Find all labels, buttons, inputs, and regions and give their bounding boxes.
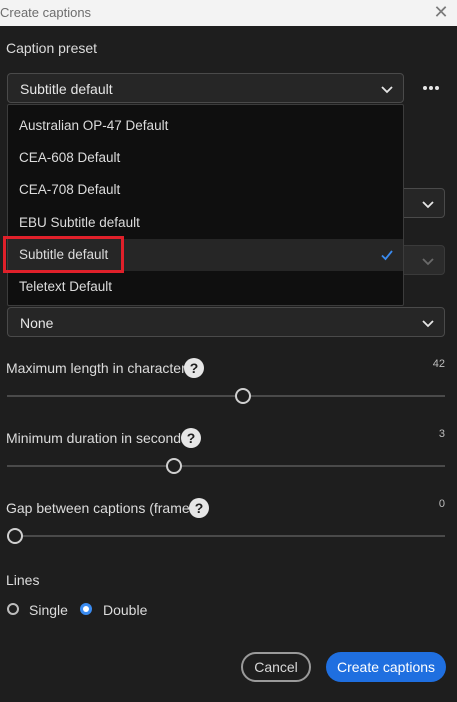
min-duration-slider-track[interactable] [7, 465, 445, 467]
menu-item-label: Teletext Default [19, 279, 113, 294]
title-bar: Create captions ✕ [0, 0, 457, 26]
chevron-down-icon [422, 258, 434, 266]
max-length-slider-thumb[interactable] [235, 388, 251, 404]
caption-preset-label: Caption preset [6, 40, 98, 56]
min-duration-slider-thumb[interactable] [166, 458, 182, 474]
chevron-down-icon [422, 201, 434, 209]
gap-frames-slider-thumb[interactable] [7, 528, 23, 544]
help-icon[interactable]: ? [189, 498, 209, 518]
help-icon[interactable]: ? [181, 428, 201, 448]
checkmark-icon [381, 250, 393, 261]
caption-preset-menu: Australian OP-47 Default CEA-608 Default… [7, 104, 404, 306]
chevron-down-icon [422, 320, 434, 328]
format-select-value: None [20, 315, 54, 331]
double-radio[interactable] [80, 603, 92, 615]
window-title: Create captions [0, 5, 92, 20]
menu-item-label: Australian OP-47 Default [19, 118, 169, 133]
caption-preset-select[interactable]: Subtitle default [7, 73, 404, 103]
min-duration-value: 3 [438, 428, 445, 440]
gap-frames-value: 0 [438, 498, 445, 510]
menu-item-label: EBU Subtitle default [19, 215, 140, 230]
double-radio-label[interactable]: Double [103, 602, 147, 618]
menu-item-label: CEA-708 Default [19, 182, 121, 197]
single-radio[interactable] [7, 603, 19, 615]
create-captions-button[interactable]: Create captions [326, 652, 446, 682]
single-radio-label[interactable]: Single [29, 602, 68, 618]
cancel-button[interactable]: Cancel [241, 652, 311, 682]
caption-preset-value: Subtitle default [20, 81, 113, 97]
max-length-slider-track[interactable] [7, 395, 445, 397]
menu-item-cea708[interactable]: CEA-708 Default [8, 174, 403, 206]
gap-frames-label: Gap between captions (frames) [6, 500, 202, 516]
menu-item-label: CEA-608 Default [19, 150, 121, 165]
format-select[interactable]: None [7, 307, 445, 337]
lines-label: Lines [6, 572, 40, 588]
max-length-label: Maximum length in characters [6, 360, 193, 376]
max-length-value: 42 [432, 358, 445, 370]
close-icon[interactable]: ✕ [431, 1, 451, 23]
help-icon[interactable]: ? [184, 358, 204, 378]
gap-frames-slider-track[interactable] [7, 535, 445, 537]
more-options-icon[interactable] [418, 75, 444, 101]
menu-item-label: Subtitle default [19, 247, 109, 262]
min-duration-label: Minimum duration in seconds [6, 430, 189, 446]
menu-item-teletext[interactable]: Teletext Default [8, 271, 403, 303]
chevron-down-icon [381, 86, 393, 94]
menu-item-cea608[interactable]: CEA-608 Default [8, 142, 403, 174]
menu-item-subtitle-default[interactable]: Subtitle default [8, 239, 403, 271]
menu-item-australian-op47[interactable]: Australian OP-47 Default [8, 110, 403, 142]
menu-item-ebu-subtitle[interactable]: EBU Subtitle default [8, 207, 403, 239]
